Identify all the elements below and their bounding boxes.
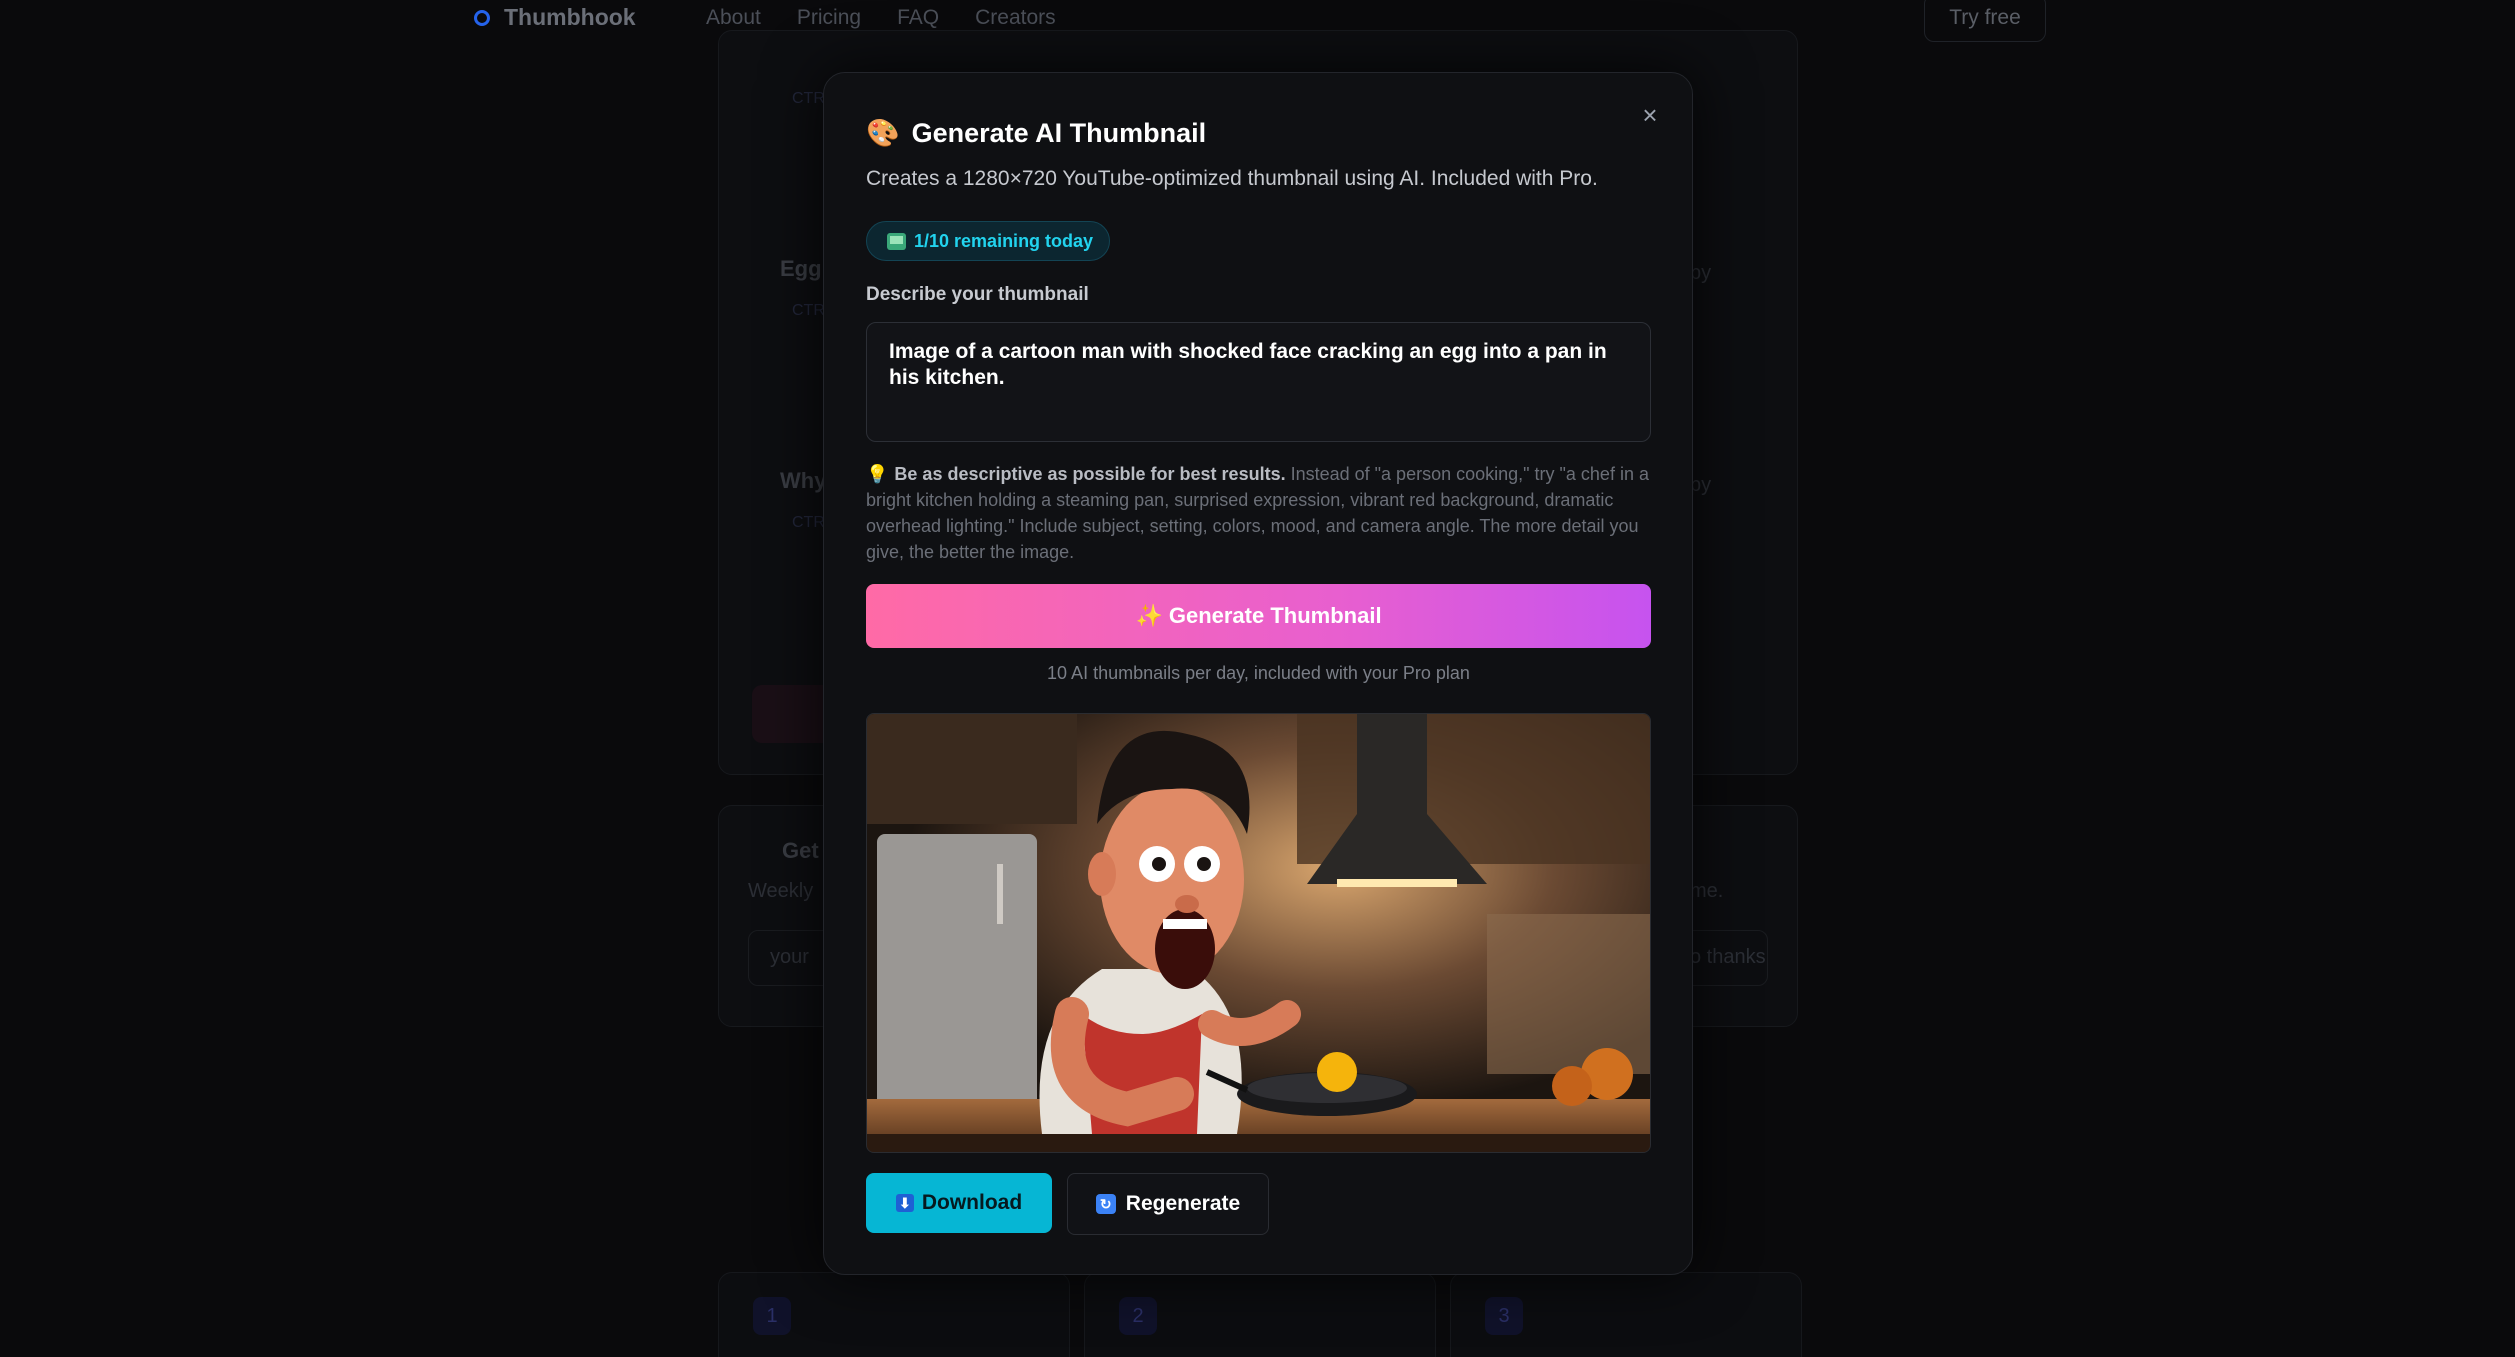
bg-copy: py [1690, 262, 1712, 284]
bg-section-title: Egg [780, 256, 822, 281]
download-button[interactable]: ⬇ Download [866, 1173, 1052, 1233]
quota-text: 1/10 remaining today [914, 230, 1094, 251]
step-card: 3 [1450, 1272, 1802, 1357]
try-free-button[interactable]: Try free [1924, 0, 2046, 42]
picture-icon [887, 232, 906, 250]
refresh-icon: ↻ [1095, 1194, 1116, 1214]
nav-link-about[interactable]: About [706, 6, 761, 30]
bg-section-title: Why [780, 468, 827, 493]
bg-placeholder: your [770, 946, 809, 968]
generate-label: Generate Thumbnail [1168, 603, 1382, 628]
step-number: 1 [753, 1297, 791, 1335]
quota-badge: 1/10 remaining today [866, 221, 1111, 261]
download-icon: ⬇ [895, 1194, 914, 1212]
modal-title: Generate AI Thumbnail [911, 117, 1207, 148]
nav-link-creators[interactable]: Creators [975, 6, 1056, 30]
prompt-tip: 💡 Be as descriptive as possible for best … [866, 461, 1656, 565]
bg-newsletter-title: Get [782, 838, 819, 863]
nav-links: About Pricing FAQ Creators [706, 6, 1056, 30]
nav-link-faq[interactable]: FAQ [897, 6, 939, 30]
generate-thumbnail-modal: × 🎨 Generate AI Thumbnail Creates a 1280… [823, 72, 1693, 1275]
bg-newsletter-tail: me. [1690, 880, 1724, 902]
logo-icon [474, 9, 490, 26]
bg-tag: CTR [792, 90, 825, 107]
lightbulb-icon: 💡 [866, 464, 889, 484]
bg-tag: CTR [792, 302, 825, 319]
prompt-textarea[interactable]: Image of a cartoon man with shocked face… [866, 322, 1651, 442]
step-number: 3 [1485, 1297, 1523, 1335]
step-card: 1 [718, 1272, 1070, 1357]
thumbnail-illustration [867, 714, 1650, 1152]
bg-no-thanks: o thanks [1690, 946, 1766, 968]
brand-name: Thumbhook [504, 4, 636, 30]
modal-subtitle: Creates a 1280×720 YouTube-optimized thu… [866, 167, 1598, 190]
step-card: 2 [1084, 1272, 1436, 1357]
brand[interactable]: Thumbhook [474, 4, 636, 31]
generate-note: 10 AI thumbnails per day, included with … [1047, 663, 1470, 683]
nav-link-pricing[interactable]: Pricing [797, 6, 861, 30]
bg-copy: py [1690, 474, 1712, 496]
prompt-label: Describe your thumbnail [866, 284, 1089, 305]
close-icon[interactable]: × [1630, 95, 1670, 135]
generate-thumbnail-button[interactable]: ✨ Generate Thumbnail [866, 584, 1651, 648]
regenerate-button[interactable]: ↻ Regenerate [1067, 1173, 1269, 1235]
bg-tag: CTR [792, 514, 825, 531]
step-number: 2 [1119, 1297, 1157, 1335]
tip-bold: Be as descriptive as possible for best r… [894, 464, 1286, 484]
bg-newsletter-sub: Weekly [748, 880, 814, 902]
regenerate-label: Regenerate [1125, 1192, 1241, 1215]
modal-header: 🎨 Generate AI Thumbnail [866, 117, 1206, 149]
palette-icon: 🎨 [866, 118, 900, 148]
download-label: Download [921, 1191, 1023, 1214]
sparkles-icon: ✨ [1135, 603, 1163, 628]
generated-thumbnail-image [866, 713, 1651, 1153]
